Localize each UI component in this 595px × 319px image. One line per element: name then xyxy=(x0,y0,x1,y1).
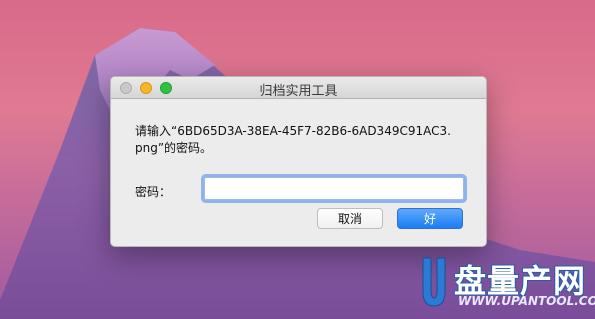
password-dialog: 归档实用工具 请输入“6BD65D3A-38EA-45F7-82B6-6AD34… xyxy=(110,76,487,247)
password-field[interactable] xyxy=(204,177,464,200)
cancel-button[interactable]: 取消 xyxy=(317,208,383,229)
u-logo-icon xyxy=(422,257,446,307)
ok-button[interactable]: 好 xyxy=(397,208,463,229)
dialog-title: 归档实用工具 xyxy=(259,84,338,99)
watermark-url: WWW.UPANTOOL.COM xyxy=(458,294,595,308)
password-prompt-message: 请输入“6BD65D3A-38EA-45F7-82B6-6AD349C91AC3… xyxy=(135,124,451,155)
site-watermark: 盘量产网 WWW.UPANTOOL.COM xyxy=(420,254,595,312)
dialog-titlebar[interactable]: 归档实用工具 xyxy=(111,77,486,99)
password-label: 密码： xyxy=(135,185,172,199)
